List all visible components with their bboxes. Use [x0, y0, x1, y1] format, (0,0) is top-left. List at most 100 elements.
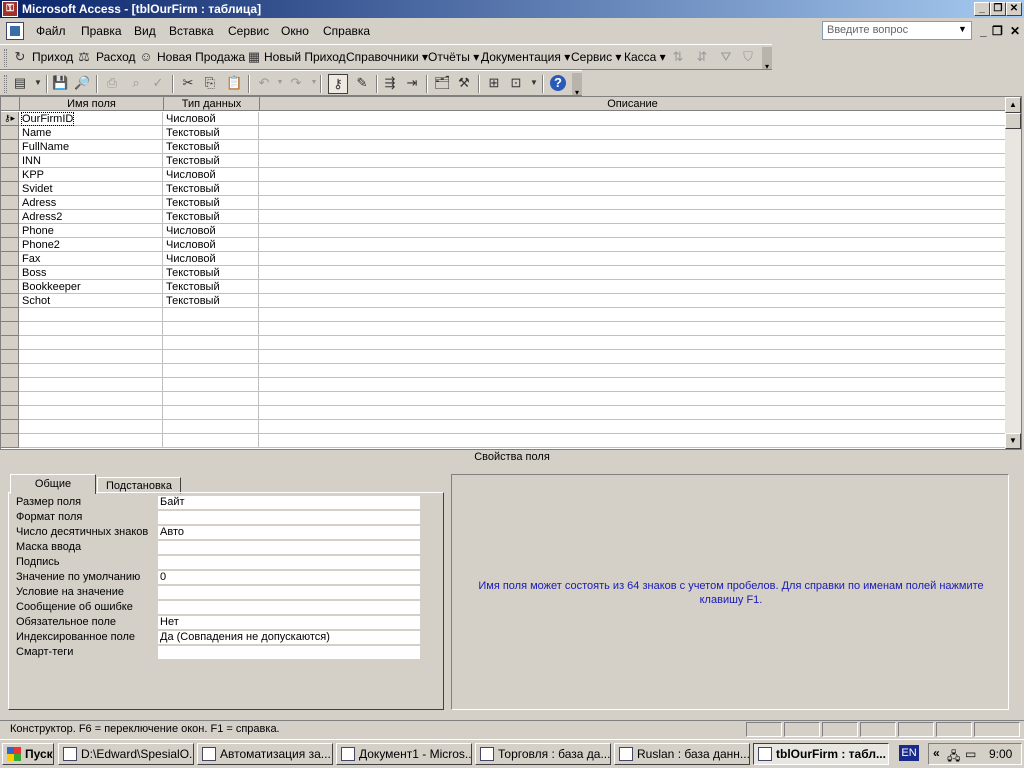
- tray-expand-icon[interactable]: «: [933, 746, 940, 760]
- row-selector[interactable]: [1, 182, 19, 196]
- field-name-cell[interactable]: [20, 378, 163, 392]
- table-row[interactable]: [1, 308, 1005, 322]
- header-data-type[interactable]: Тип данных: [164, 97, 260, 111]
- description-cell[interactable]: [260, 182, 1005, 196]
- property-value-field[interactable]: Да (Совпадения не допускаются): [158, 631, 420, 645]
- data-type-cell[interactable]: [164, 378, 259, 392]
- table-row[interactable]: Boss Текстовый: [1, 266, 1005, 280]
- data-type-cell[interactable]: Текстовый: [164, 154, 259, 168]
- field-name-cell[interactable]: [20, 364, 163, 378]
- field-name-cell[interactable]: Svidet: [20, 182, 163, 196]
- row-selector[interactable]: [1, 140, 19, 154]
- clock[interactable]: 9:00: [989, 747, 1012, 761]
- header-field-name[interactable]: Имя поля: [20, 97, 164, 111]
- vertical-scrollbar[interactable]: ▲ ▼: [1005, 97, 1021, 449]
- property-value-field[interactable]: 0: [158, 571, 420, 585]
- row-selector[interactable]: [1, 154, 19, 168]
- table-row[interactable]: [1, 322, 1005, 336]
- monitor-icon[interactable]: ▭: [965, 747, 976, 761]
- table-row[interactable]: Adress Текстовый: [1, 196, 1005, 210]
- description-cell[interactable]: [260, 238, 1005, 252]
- row-selector[interactable]: [1, 378, 19, 392]
- description-cell[interactable]: [260, 126, 1005, 140]
- field-name-cell[interactable]: [20, 336, 163, 350]
- description-cell[interactable]: [260, 392, 1005, 406]
- table-row[interactable]: INN Текстовый: [1, 154, 1005, 168]
- data-type-cell[interactable]: Текстовый: [164, 126, 259, 140]
- database-window-icon[interactable]: ⊞: [486, 75, 502, 91]
- table-row[interactable]: ⚷▸ OurFirmID Числовой: [1, 112, 1005, 126]
- toolbar-references-menu[interactable]: Справочники ▾: [346, 50, 428, 64]
- row-selector[interactable]: [1, 392, 19, 406]
- table-row[interactable]: [1, 392, 1005, 406]
- description-cell[interactable]: [260, 252, 1005, 266]
- field-name-cell[interactable]: [20, 406, 163, 420]
- field-name-cell[interactable]: [20, 350, 163, 364]
- field-name-cell[interactable]: Phone2: [20, 238, 163, 252]
- table-row[interactable]: Adress2 Текстовый: [1, 210, 1005, 224]
- table-row[interactable]: Phone Числовой: [1, 224, 1005, 238]
- field-name-cell[interactable]: [20, 434, 163, 448]
- primary-key-icon[interactable]: ⚷▸: [1, 112, 19, 126]
- description-cell[interactable]: [260, 294, 1005, 308]
- new-object-icon[interactable]: ⊡: [508, 75, 524, 91]
- menu-help[interactable]: Справка: [323, 24, 370, 38]
- scroll-thumb[interactable]: [1005, 113, 1021, 129]
- table-row[interactable]: Svidet Текстовый: [1, 182, 1005, 196]
- data-type-cell[interactable]: Числовой: [164, 224, 259, 238]
- description-cell[interactable]: [260, 350, 1005, 364]
- description-cell[interactable]: [260, 224, 1005, 238]
- description-cell[interactable]: [260, 210, 1005, 224]
- chevron-down-icon[interactable]: ▼: [958, 24, 967, 34]
- property-value-field[interactable]: [158, 601, 420, 615]
- menu-edit[interactable]: Правка: [81, 24, 122, 38]
- task-ruslan-database[interactable]: Ruslan : база данн...: [614, 743, 750, 765]
- field-name-cell[interactable]: Adress2: [20, 210, 163, 224]
- table-row[interactable]: Name Текстовый: [1, 126, 1005, 140]
- row-selector[interactable]: [1, 336, 19, 350]
- menu-view[interactable]: Вид: [134, 24, 156, 38]
- table-row[interactable]: [1, 336, 1005, 350]
- print-preview-icon[interactable]: ⌕: [128, 75, 144, 91]
- sort-ascending-icon[interactable]: ⇅: [670, 49, 686, 65]
- toolbar-new-incoming-button[interactable]: Новый Приход: [264, 50, 346, 64]
- description-cell[interactable]: [260, 364, 1005, 378]
- property-value-field[interactable]: Нет: [158, 616, 420, 630]
- task-word-document[interactable]: Документ1 - Micros...: [336, 743, 472, 765]
- apply-filter-icon[interactable]: ⛉: [740, 49, 756, 65]
- field-name-cell[interactable]: Boss: [20, 266, 163, 280]
- access-app-icon[interactable]: ⚿: [2, 1, 18, 17]
- data-type-cell[interactable]: [164, 322, 259, 336]
- primary-key-icon[interactable]: ⚷: [328, 74, 348, 94]
- description-cell[interactable]: [260, 406, 1005, 420]
- table-row[interactable]: Phone2 Числовой: [1, 238, 1005, 252]
- table-row[interactable]: [1, 364, 1005, 378]
- table-row[interactable]: Bookkeeper Текстовый: [1, 280, 1005, 294]
- description-cell[interactable]: [260, 308, 1005, 322]
- toolbar-reports-menu[interactable]: Отчёты ▾: [428, 50, 479, 64]
- data-type-cell[interactable]: Текстовый: [164, 294, 259, 308]
- data-type-cell[interactable]: Числовой: [164, 168, 259, 182]
- help-icon[interactable]: ?: [550, 75, 566, 91]
- sort-descending-icon[interactable]: ⇵: [694, 49, 710, 65]
- menu-file[interactable]: Файл: [36, 24, 66, 38]
- task-trade-database[interactable]: Торговля : база да...: [475, 743, 611, 765]
- data-type-cell[interactable]: Текстовый: [164, 140, 259, 154]
- network-icon[interactable]: 🖧: [947, 747, 960, 768]
- property-value-field[interactable]: [158, 541, 420, 555]
- data-type-cell[interactable]: [164, 336, 259, 350]
- description-cell[interactable]: [260, 266, 1005, 280]
- row-selector[interactable]: [1, 434, 19, 448]
- description-cell[interactable]: [260, 322, 1005, 336]
- toolbar-expense-button[interactable]: Расход: [96, 50, 136, 64]
- row-selector[interactable]: [1, 322, 19, 336]
- task-folder[interactable]: D:\Edward\SpesialO...: [58, 743, 194, 765]
- field-name-cell[interactable]: [20, 420, 163, 434]
- insert-rows-icon[interactable]: ⇶: [382, 75, 398, 91]
- row-selector[interactable]: [1, 364, 19, 378]
- data-type-cell[interactable]: Текстовый: [164, 266, 259, 280]
- property-value-field[interactable]: [158, 646, 420, 660]
- cut-icon[interactable]: ✂: [180, 75, 196, 91]
- description-cell[interactable]: [260, 140, 1005, 154]
- task-tblourfirm[interactable]: tblOurFirm : табл...: [753, 743, 889, 765]
